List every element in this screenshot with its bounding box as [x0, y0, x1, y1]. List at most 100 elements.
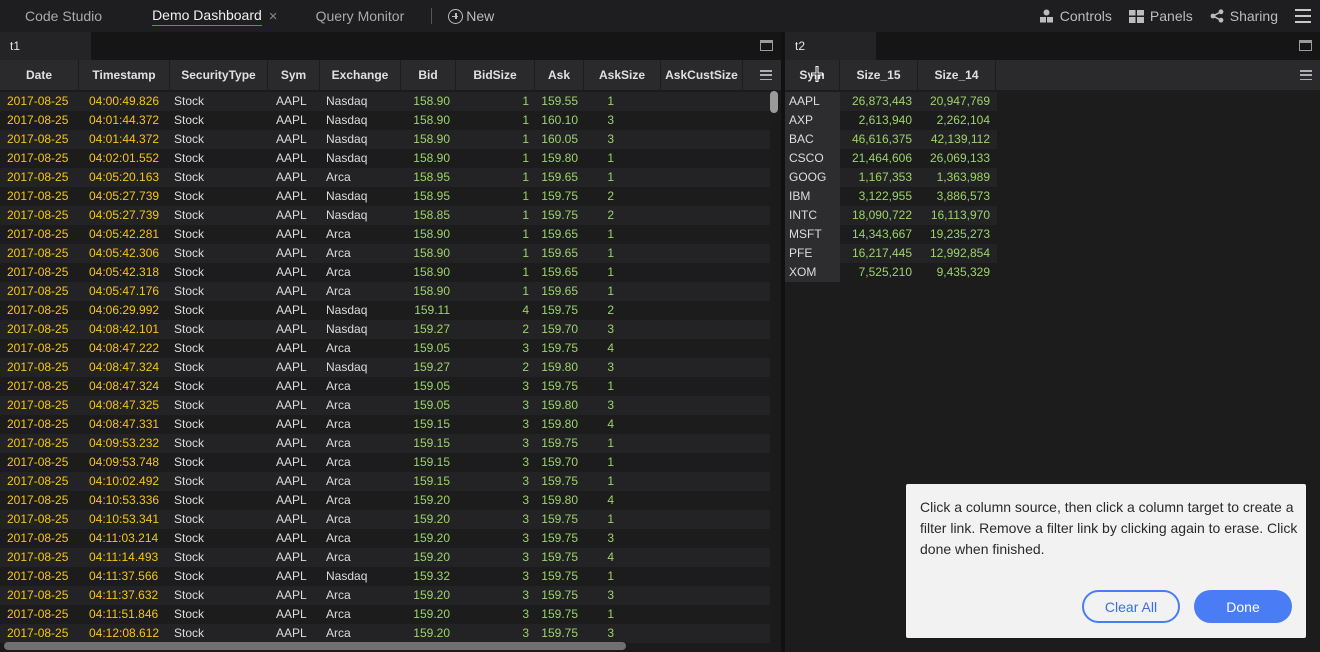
popup-message: Click a column source, then click a colu…: [920, 499, 1298, 557]
nav-right: Controls Panels Sharing: [1039, 0, 1320, 32]
t1-cell: N: [661, 605, 762, 624]
t2-cell: GOOG: [785, 168, 840, 187]
t1-cell: N: [661, 206, 762, 225]
t1-cell: Stock: [174, 531, 205, 545]
t1-cell: 1: [522, 189, 529, 203]
t1-cell: 2017-08-25: [7, 113, 69, 127]
t1-column-header[interactable]: Ask: [535, 60, 584, 90]
t1-cell: 2017-08-25: [7, 531, 69, 545]
t1-cell: 1: [607, 265, 614, 279]
t1-cell: N: [661, 358, 762, 377]
t1-cell: 159.15: [413, 455, 450, 469]
t2-table-row: BAC 46,616,375 42,139,112: [785, 130, 997, 149]
new-tab-button[interactable]: New: [448, 8, 494, 24]
t1-cell: AAPL: [276, 436, 307, 450]
t1-cell: 3: [522, 607, 529, 621]
t1-cell: AAPL: [276, 626, 307, 640]
t1-cell: 04:05:42.318: [89, 265, 160, 279]
t1-cell: 159.11: [414, 303, 450, 317]
t1-cell: 159.80: [541, 360, 578, 374]
t2-column-header[interactable]: Size_15: [840, 60, 918, 90]
t1-cell: Nasdaq: [326, 569, 368, 583]
t1-cell: Stock: [174, 322, 205, 336]
t1-table-row: 2017-08-25 04:01:44.372 Stock AAPL Nasdaq 158…: [0, 130, 770, 149]
t1-table-row: 2017-08-25 04:12:08.612 Stock AAPL Arca 159.2…: [0, 624, 770, 643]
t1-cell: 3: [607, 588, 614, 602]
t1-cell: 159.15: [413, 474, 450, 488]
clear-all-button[interactable]: Clear All: [1082, 590, 1180, 623]
t1-cell: 04:11:37.632: [89, 588, 159, 602]
t1-cell: N: [661, 472, 762, 491]
t1-cell: 3: [522, 550, 529, 564]
t1-vertical-scrollbar[interactable]: [770, 91, 778, 113]
t1-column-header[interactable]: AskCustSize: [661, 60, 743, 90]
t1-column-header[interactable]: BidSize: [456, 60, 535, 90]
t1-cell: 2: [522, 360, 529, 374]
t1-header-row: Date Timestamp SecurityType Sym Exchange Bid B…: [0, 60, 781, 90]
t1-cell: N: [661, 225, 762, 244]
t1-cell: AAPL: [276, 151, 307, 165]
t1-cell: Stock: [174, 303, 205, 317]
t1-cell: Arca: [326, 265, 351, 279]
t1-cell: Stock: [174, 588, 205, 602]
t1-cell: Stock: [174, 265, 205, 279]
t1-table-row: 2017-08-25 04:08:47.331 Stock AAPL Arca 159.1…: [0, 415, 770, 434]
panel-t1-tab[interactable]: t1: [0, 32, 91, 60]
t1-cell: Nasdaq: [326, 151, 368, 165]
t1-cell: 159.65: [541, 246, 578, 260]
t1-column-header[interactable]: Date: [0, 60, 79, 90]
t1-column-header[interactable]: SecurityType: [170, 60, 268, 90]
t1-cell: 04:10:53.341: [89, 512, 160, 526]
panel-t2-tabbar: t2: [785, 32, 1320, 60]
t1-column-header[interactable]: Exchange: [320, 60, 401, 90]
t1-table-row: 2017-08-25 04:05:20.163 Stock AAPL Arca 158.9…: [0, 168, 770, 187]
t1-cell: 3: [607, 626, 614, 640]
t1-cell: 159.70: [541, 322, 578, 336]
t1-cell: Stock: [174, 455, 205, 469]
column-menu-icon[interactable]: [760, 70, 772, 80]
t1-table-row: 2017-08-25 04:05:47.176 Stock AAPL Arca 158.9…: [0, 282, 770, 301]
t1-cell: N: [661, 320, 762, 339]
t1-table-row: 2017-08-25 04:05:27.739 Stock AAPL Nasdaq 158…: [0, 187, 770, 206]
t1-cell: 3: [607, 531, 614, 545]
sharing-button[interactable]: Sharing: [1210, 8, 1278, 24]
t2-cell: 1,363,989: [936, 170, 990, 184]
t1-table-row: 2017-08-25 04:08:47.325 Stock AAPL Arca 159.0…: [0, 396, 770, 415]
t1-cell: 1: [607, 436, 614, 450]
panel-t2-tab[interactable]: t2: [785, 32, 876, 60]
controls-button[interactable]: Controls: [1039, 8, 1112, 24]
t2-cell: CSCO: [785, 149, 840, 168]
t1-cell: N: [661, 168, 762, 187]
t1-cell: AAPL: [276, 455, 307, 469]
t1-column-header[interactable]: Bid: [401, 60, 456, 90]
t1-cell: 04:08:47.331: [89, 417, 160, 431]
t1-cell: Nasdaq: [326, 208, 368, 222]
t1-cell: 159.75: [541, 341, 578, 355]
t1-cell: 158.85: [413, 208, 450, 222]
t1-column-header[interactable]: Timestamp: [79, 60, 170, 90]
close-tab-icon[interactable]: ×: [269, 8, 278, 25]
panels-button[interactable]: Panels: [1128, 8, 1193, 24]
t1-cell: 04:08:42.101: [89, 322, 160, 336]
tab-code-studio[interactable]: Code Studio: [0, 0, 127, 32]
t2-cell: 42,139,112: [930, 132, 990, 146]
tab-demo-dashboard[interactable]: Demo Dashboard ×: [127, 0, 302, 32]
t1-table-row: 2017-08-25 04:11:37.566 Stock AAPL Nasdaq 159…: [0, 567, 770, 586]
hamburger-menu-icon[interactable]: [1295, 9, 1311, 23]
tab-query-monitor[interactable]: Query Monitor: [302, 0, 431, 32]
t1-cell: 1: [522, 227, 529, 241]
t2-column-header[interactable]: Size_14: [918, 60, 996, 90]
maximize-icon[interactable]: [1299, 40, 1312, 51]
t1-horizontal-scrollbar[interactable]: [4, 642, 626, 650]
t1-column-header[interactable]: Sym: [268, 60, 320, 90]
t1-cell: Stock: [174, 398, 205, 412]
t1-cell: AAPL: [276, 303, 307, 317]
t1-cell: AAPL: [276, 531, 307, 545]
t1-column-header[interactable]: AskSize: [584, 60, 661, 90]
t1-cell: 158.95: [413, 189, 450, 203]
done-button[interactable]: Done: [1194, 590, 1292, 623]
t1-cell: 1: [607, 246, 614, 260]
maximize-icon[interactable]: [760, 40, 773, 51]
column-menu-icon[interactable]: [1300, 70, 1312, 80]
t2-cell: 2,262,104: [936, 113, 990, 127]
